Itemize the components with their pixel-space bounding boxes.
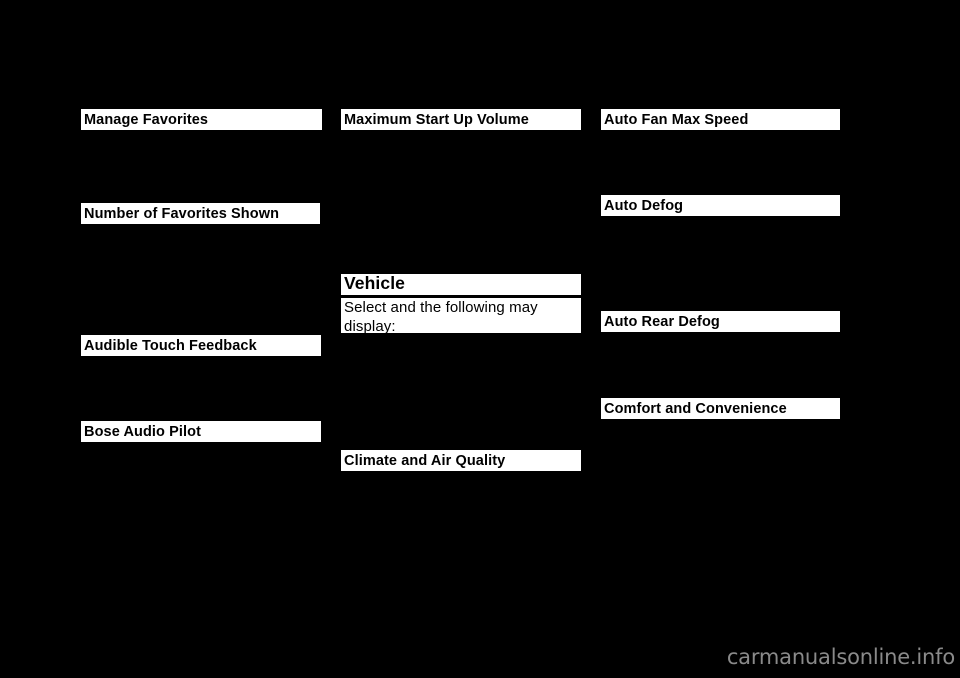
- heading-bose-audio-pilot: Bose Audio Pilot: [81, 421, 321, 442]
- watermark-carmanualsonline: carmanualsonline.info: [726, 645, 955, 669]
- heading-climate-and-air-quality: Climate and Air Quality: [341, 450, 581, 471]
- section-heading-vehicle: Vehicle: [341, 274, 581, 295]
- heading-maximum-start-up-volume: Maximum Start Up Volume: [341, 109, 581, 130]
- document-page: Manage Favorites Number of Favorites Sho…: [0, 0, 960, 678]
- heading-auto-fan-max-speed: Auto Fan Max Speed: [601, 109, 840, 130]
- body-text-vehicle-intro: Select and the following may display:: [341, 298, 581, 335]
- heading-comfort-and-convenience: Comfort and Convenience: [601, 398, 840, 419]
- heading-manage-favorites: Manage Favorites: [81, 109, 322, 130]
- heading-number-of-favorites-shown: Number of Favorites Shown: [81, 203, 320, 224]
- heading-auto-defog: Auto Defog: [601, 195, 840, 216]
- heading-audible-touch-feedback: Audible Touch Feedback: [81, 335, 321, 356]
- heading-auto-rear-defog: Auto Rear Defog: [601, 311, 840, 332]
